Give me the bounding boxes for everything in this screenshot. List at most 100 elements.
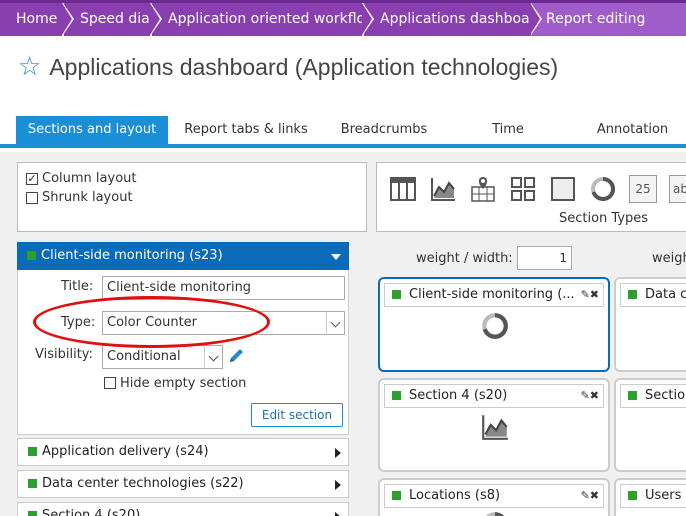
table-icon[interactable] <box>389 175 417 203</box>
card-header[interactable]: Client-side monitoring (... ✎✖ <box>384 283 604 307</box>
status-square-icon <box>628 391 637 400</box>
column-layout-label: Column layout <box>42 171 137 186</box>
section-types-label: Section Types <box>559 211 649 226</box>
section-header-client-side[interactable]: Client-side monitoring (s23) <box>17 242 349 270</box>
hide-empty-label: Hide empty section <box>120 375 247 391</box>
title-label: Title: <box>61 279 94 294</box>
breadcrumb-label: Speed dial <box>80 11 154 27</box>
status-square-icon <box>392 491 401 500</box>
weight-label: weight / width: <box>416 251 513 266</box>
card-title: Section 4 (s20) <box>409 388 508 403</box>
section-item-section-4[interactable]: Section 4 (s20) <box>17 502 349 516</box>
section-item-data-center[interactable]: Data center technologies (s22) <box>17 470 349 498</box>
edit-section-button[interactable]: Edit section <box>251 403 343 427</box>
status-square-icon <box>28 447 37 456</box>
hide-empty-option[interactable]: Hide empty section <box>104 374 246 392</box>
shrunk-layout-checkbox[interactable] <box>26 191 38 204</box>
visibility-label: Visibility: <box>35 347 93 362</box>
shrunk-layout-label: Shrunk layout <box>42 190 133 205</box>
layout-card-client-side[interactable]: Client-side monitoring (... ✎✖ <box>378 277 610 372</box>
weight-input[interactable]: 1 <box>517 246 572 270</box>
donut-icon[interactable] <box>589 175 617 203</box>
edit-close-icon[interactable]: ✎✖ <box>581 485 599 507</box>
breadcrumb-label: Report editing <box>546 11 646 27</box>
visibility-select[interactable]: Conditional <box>102 345 223 369</box>
pencil-icon[interactable] <box>226 346 246 366</box>
tab-label: Breadcrumbs <box>340 122 428 137</box>
tab-label: Annotation <box>596 122 669 137</box>
caret-down-icon[interactable] <box>331 254 341 260</box>
card-title: Client-side monitoring (... <box>409 287 575 302</box>
section-editor: Title: Client-side monitoring Type: Colo… <box>17 270 349 435</box>
map-icon[interactable] <box>469 175 497 203</box>
card-header[interactable]: Users ( <box>620 484 686 508</box>
tab-label: Sections and layout <box>27 122 157 137</box>
card-title: Sectio <box>645 388 686 403</box>
caret-right-icon[interactable] <box>335 512 341 516</box>
tab-time[interactable]: Time <box>470 116 546 144</box>
tab-breadcrumbs[interactable]: Breadcrumbs <box>330 116 438 144</box>
card-header[interactable]: Sectio <box>620 384 686 408</box>
title-input-value: Client-side monitoring <box>107 280 252 295</box>
donut-icon <box>485 512 505 516</box>
visibility-select-value: Conditional <box>107 349 181 364</box>
blank-icon[interactable] <box>549 175 577 203</box>
page-title: Applications dashboard (Application tech… <box>49 53 559 80</box>
card-title: Locations (s8) <box>409 488 501 503</box>
card-title: Users ( <box>645 488 686 503</box>
layout-card-section[interactable]: Sectio <box>614 378 686 472</box>
section-item-label: Section 4 (s20) <box>42 508 141 516</box>
breadcrumb-application-workflow[interactable]: Application oriented workflow <box>152 3 377 36</box>
section-header-label: Client-side monitoring (s23) <box>41 248 223 263</box>
chevron-down-icon <box>326 312 344 334</box>
tab-annotation[interactable]: Annotation <box>585 116 680 144</box>
status-square-icon <box>392 391 401 400</box>
hide-empty-checkbox[interactable] <box>104 377 116 389</box>
star-icon[interactable]: ☆ <box>18 54 41 80</box>
section-item-label: Data center technologies (s22) <box>42 476 244 491</box>
column-layout-option[interactable]: ✓ Column layout <box>26 169 358 188</box>
card-header[interactable]: Section 4 (s20) ✎✖ <box>384 384 604 408</box>
section-item-application-delivery[interactable]: Application delivery (s24) <box>17 438 349 466</box>
card-header[interactable]: Data c <box>620 283 686 307</box>
donut-icon <box>482 313 508 339</box>
line-chart-icon[interactable] <box>429 175 457 203</box>
status-square-icon <box>27 251 36 260</box>
status-square-icon <box>628 290 637 299</box>
layout-card-locations[interactable]: Locations (s8) ✎✖ <box>378 478 610 516</box>
caret-right-icon[interactable] <box>335 448 341 458</box>
layout-options-panel: ✓ Column layout Shrunk layout <box>17 162 367 232</box>
title-input[interactable]: Client-side monitoring <box>102 276 345 300</box>
breadcrumb-home[interactable]: Home <box>0 3 74 36</box>
number-icon-text: 25 <box>635 182 651 196</box>
column-layout-checkbox[interactable]: ✓ <box>26 172 38 185</box>
shrunk-layout-option[interactable]: Shrunk layout <box>26 188 358 207</box>
tab-report-tabs-links[interactable]: Report tabs & links <box>176 116 316 144</box>
tab-sections-and-layout[interactable]: Sections and layout <box>16 116 168 144</box>
status-square-icon <box>392 290 401 299</box>
status-square-icon <box>28 479 37 488</box>
breadcrumb-report-editing[interactable]: Report editing <box>530 3 686 36</box>
type-select[interactable]: Color Counter <box>102 311 345 335</box>
text-icon[interactable]: ab <box>669 175 686 203</box>
breadcrumb-label: Applications dashboard <box>380 11 545 27</box>
tab-bar: Sections and layout Report tabs & links … <box>0 116 686 148</box>
breadcrumb-applications-dashboard[interactable]: Applications dashboard <box>364 3 544 36</box>
tiles-icon[interactable] <box>509 175 537 203</box>
card-header[interactable]: Locations (s8) ✎✖ <box>384 484 604 508</box>
card-title: Data c <box>645 287 686 302</box>
type-label: Type: <box>61 315 96 330</box>
breadcrumb-speed-dial[interactable]: Speed dial <box>64 3 162 36</box>
line-chart-icon <box>482 415 508 440</box>
status-square-icon <box>28 511 37 516</box>
edit-close-icon[interactable]: ✎✖ <box>581 284 599 306</box>
edit-close-icon[interactable]: ✎✖ <box>581 385 599 407</box>
caret-right-icon[interactable] <box>335 480 341 490</box>
text-icon-text: ab <box>673 182 686 196</box>
layout-card-data-center[interactable]: Data c <box>614 277 686 372</box>
status-square-icon <box>628 491 637 500</box>
section-types-panel: 25 ab Section Types <box>376 162 686 232</box>
number-icon[interactable]: 25 <box>629 175 657 203</box>
layout-card-section-4[interactable]: Section 4 (s20) ✎✖ <box>378 378 610 472</box>
layout-card-users[interactable]: Users ( <box>614 478 686 516</box>
